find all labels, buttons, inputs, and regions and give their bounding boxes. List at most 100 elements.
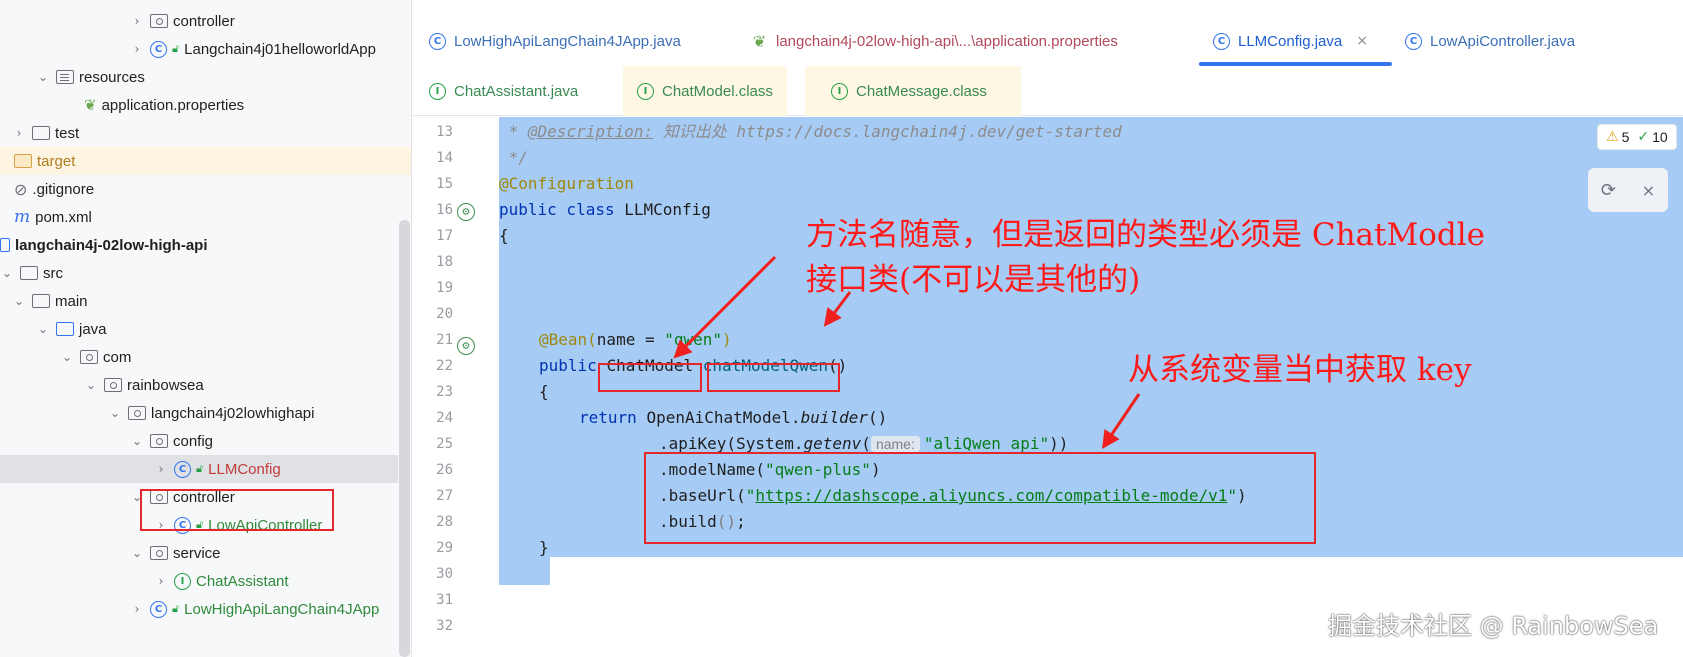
tab-chatmodel[interactable]: I ChatModel.class [623,66,787,116]
tree-item-controller-1[interactable]: › controller [0,7,398,35]
tab-llmconfig[interactable]: C LLMConfig.java × [1213,16,1368,66]
tree-item-llmconfig[interactable]: › C 🔓︎ LLMConfig [0,455,398,483]
code-line-14: */ [499,148,528,167]
bean-icon[interactable]: ⚙ [457,337,475,355]
package-folder-icon [128,406,146,420]
active-tab-indicator [1199,62,1392,66]
chevron-down-icon[interactable]: ⌄ [108,406,122,420]
tree-item-pom[interactable]: m pom.xml [0,203,398,231]
interface-icon: I [429,82,446,100]
tree-item-label: main [55,292,88,310]
tree-item-gitignore[interactable]: ⊘ .gitignore [0,175,398,203]
chevron-down-icon[interactable]: ⌄ [60,350,74,364]
chevron-right-icon[interactable]: › [130,602,144,616]
package-folder-icon [150,14,168,28]
tree-item-target[interactable]: target [0,147,411,175]
inspection-widget[interactable]: ⚠ 5 ✓ 10 [1597,124,1677,150]
tree-item-label: LLMConfig [208,460,281,478]
tree-item-config[interactable]: ⌄ config [0,427,398,455]
tree-item-java[interactable]: ⌄ java [0,315,398,343]
chevron-down-icon[interactable]: ⌄ [36,70,50,84]
builder-highlight-box [644,452,1316,544]
selection-highlight-tail [499,557,550,585]
tab-chatmessage[interactable]: I ChatMessage.class [805,66,1021,116]
close-icon[interactable]: × [1356,33,1368,49]
chevron-right-icon[interactable]: › [154,574,168,588]
class-icon: C [1213,32,1230,50]
spring-properties-icon: ❦ [84,96,97,114]
tree-item-lowhighapp[interactable]: › C 🔓︎ LowHighApiLangChain4JApp [0,595,398,623]
bean-icon[interactable]: ⚙ [457,203,475,221]
tree-item-service[interactable]: ⌄ service [0,539,398,567]
tab-chatassistant[interactable]: I ChatAssistant.java [429,66,578,116]
tree-item-label: langchain4j-02low-high-api [15,236,208,254]
tree-item-module[interactable]: langchain4j-02low-high-api [0,231,398,259]
tree-item-label: resources [79,68,145,86]
tree-scrollbar[interactable] [399,220,410,657]
tab-lowhighapp[interactable]: C LowHighApiLangChain4JApp.java [429,16,681,66]
line-gutter: 13 14 15 16 17 18 19 20 21 22 23 24 25 2… [413,117,495,657]
tree-item-label: test [55,124,80,142]
tree-item-chatassistant[interactable]: › I ChatAssistant [0,567,398,595]
tab-lowapicontroller[interactable]: C LowApiController.java [1405,16,1575,66]
line-number: 15 [436,176,453,192]
annotation-note-return-type: 方法名随意，但是返回的类型必须是 ChatModle [806,217,1485,253]
chevron-down-icon[interactable]: ⌄ [130,546,144,560]
line-number: 17 [436,228,453,244]
line-number: 25 [436,436,453,452]
line-number: 27 [436,488,453,504]
tree-item-resources[interactable]: ⌄ resources [0,63,398,91]
watermark: 掘金技术社区 @ RainbowSea [1328,612,1659,640]
chevron-down-icon[interactable]: ⌄ [130,434,144,448]
tree-item-test[interactable]: › test [0,119,398,147]
tree-item-rainbowsea[interactable]: ⌄ rainbowsea [0,371,398,399]
close-icon[interactable]: × [1642,181,1655,200]
tree-item-label: controller [173,12,235,30]
chevron-down-icon[interactable]: ⌄ [36,322,50,336]
tree-item-label: pom.xml [35,208,92,226]
method-name-highlight-box [707,363,840,392]
tree-item-label: com [103,348,132,366]
tree-item-package[interactable]: ⌄ langchain4j02lowhighapi [0,399,398,427]
line-number: 20 [436,306,453,322]
line-number: 24 [436,410,453,426]
chevron-right-icon[interactable]: › [130,14,144,28]
tree-item-label: ChatAssistant [196,572,289,590]
code-line-16: public class LLMConfig [499,200,711,219]
return-type-highlight-box [598,363,702,392]
resources-folder-icon [56,70,74,84]
chevron-down-icon[interactable]: ⌄ [84,378,98,392]
warning-icon: ⚠ [1606,129,1619,145]
tree-item-application-properties[interactable]: ❦ application.properties [0,91,398,119]
code-line-13: * @Description: 知识出处 https://docs.langch… [499,122,1122,141]
code-line-24: return OpenAiChatModel.builder() [579,408,888,427]
tree-item-main[interactable]: ⌄ main [0,287,398,315]
chevron-down-icon[interactable]: ⌄ [0,266,14,280]
folder-icon [32,126,50,140]
chevron-right-icon[interactable]: › [130,42,144,56]
gitignore-icon: ⊘ [14,179,28,199]
tree-item-label: target [37,152,76,170]
tab-application-properties[interactable]: ❦ langchain4j-02low-high-api\...\applica… [751,16,1118,66]
floating-toolbar[interactable]: ⟳ × [1588,168,1668,212]
line-number: 23 [436,384,453,400]
tree-item-com[interactable]: ⌄ com [0,343,398,371]
folder-icon [20,266,38,280]
annotation-note-env-key: 从系统变量当中获取 key [1128,352,1472,388]
check-icon: ✓ [1637,129,1650,145]
tree-item-helloworld-app[interactable]: › C 🔓︎ Langchain4j01helloworldApp [0,35,398,63]
chevron-down-icon[interactable]: ⌄ [12,294,26,308]
chevron-right-icon[interactable]: › [12,126,26,140]
line-number: 28 [436,514,453,530]
package-folder-icon [104,378,122,392]
module-folder-icon [0,238,10,252]
editor-tabs: C LowHighApiLangChain4JApp.java ❦ langch… [413,0,1683,116]
maven-icon: m [14,207,31,227]
tree-item-label: LowHighApiLangChain4JApp [184,600,380,618]
tree-item-label: .gitignore [32,180,95,198]
line-number: 31 [436,592,453,608]
tree-item-src[interactable]: ⌄ src [0,259,398,287]
tab-label: LowHighApiLangChain4JApp.java [454,32,681,50]
reload-maven-icon[interactable]: ⟳ [1601,180,1616,201]
chevron-right-icon[interactable]: › [154,462,168,476]
